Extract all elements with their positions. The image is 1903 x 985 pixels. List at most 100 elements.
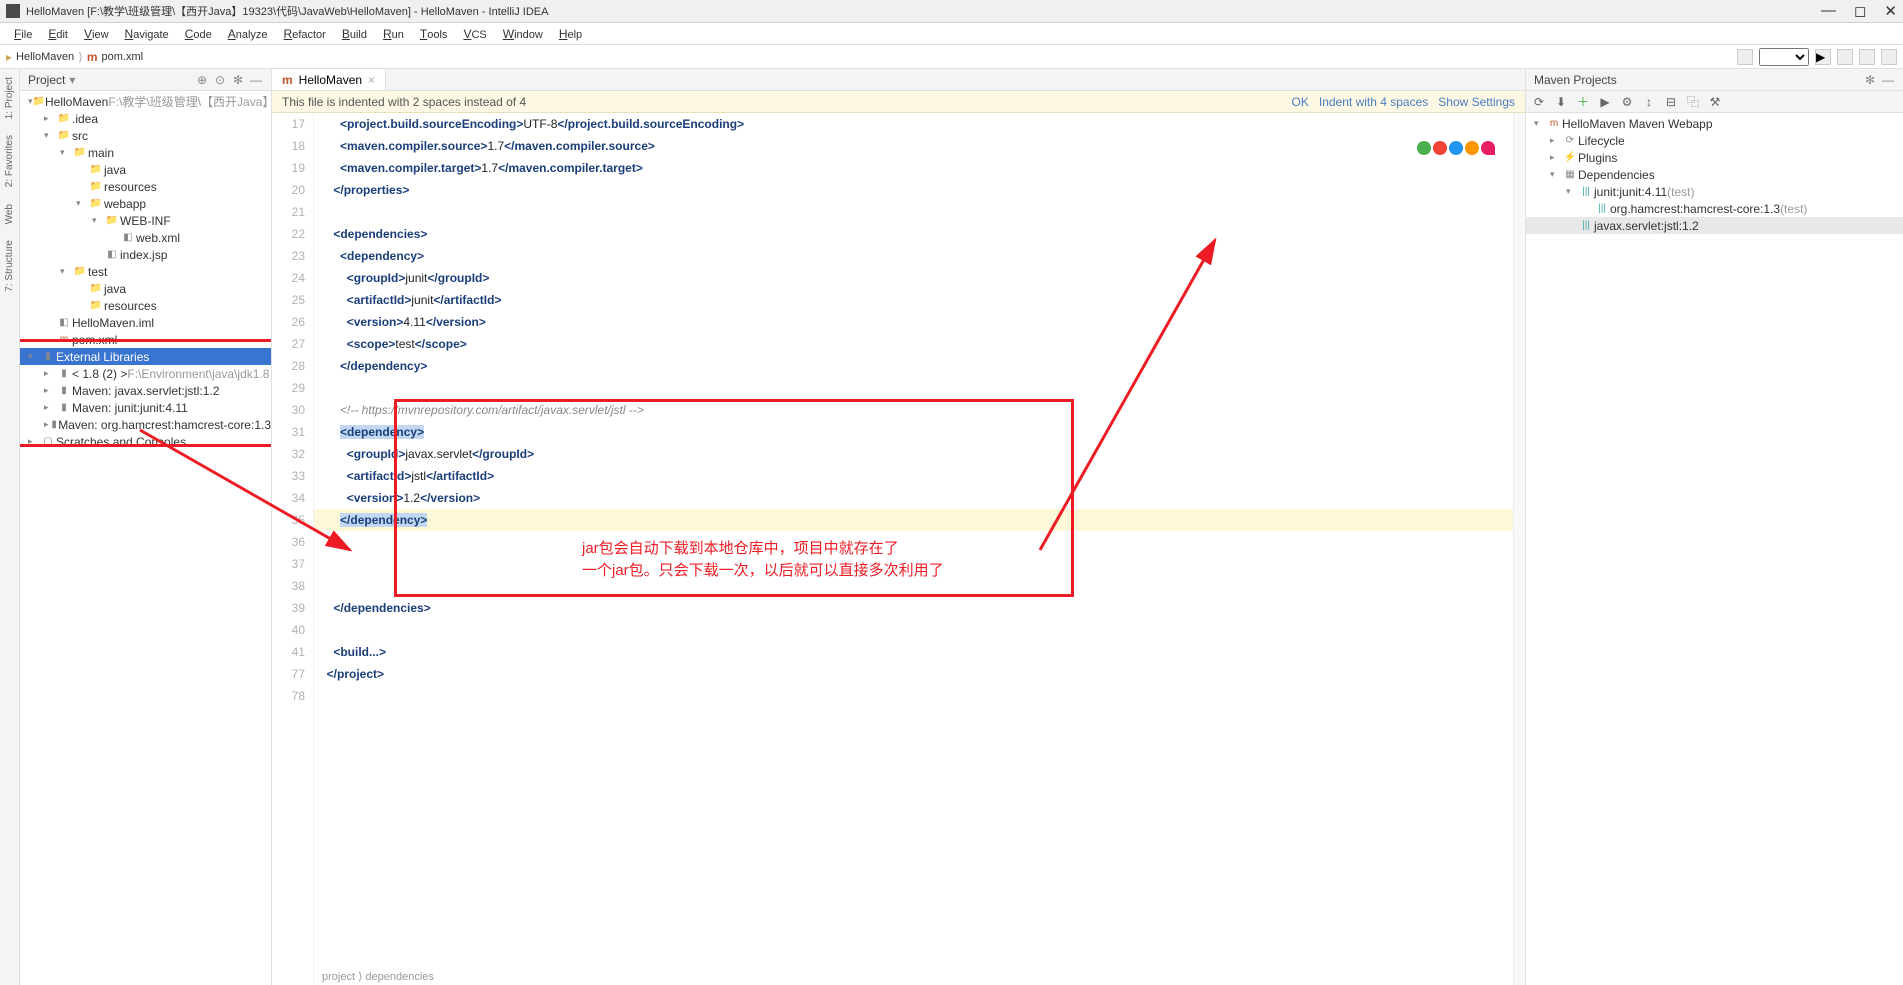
code-line[interactable]: <artifactId>junit</artifactId>: [314, 289, 1525, 311]
tree-item[interactable]: ▾▮ External Libraries: [20, 348, 271, 365]
tree-item[interactable]: ▾▦ Dependencies: [1526, 166, 1903, 183]
tree-item[interactable]: ▾📁 HelloMaven F:\教学\班级管理\【西开Java】19323: [20, 93, 271, 110]
tree-item[interactable]: ▾||| junit:junit:4.11 (test): [1526, 183, 1903, 200]
menu-file[interactable]: File: [6, 25, 40, 43]
project-tree[interactable]: ▾📁 HelloMaven F:\教学\班级管理\【西开Java】19323▸📁…: [20, 91, 271, 985]
tree-item[interactable]: m pom.xml: [20, 331, 271, 348]
menu-window[interactable]: Window: [495, 25, 551, 43]
tree-item[interactable]: 📁 resources: [20, 297, 271, 314]
menu-refactor[interactable]: Refactor: [276, 25, 334, 43]
code-line[interactable]: <maven.compiler.source>1.7</maven.compil…: [314, 135, 1525, 157]
tree-item[interactable]: ▾📁 src: [20, 127, 271, 144]
search-icon[interactable]: [1881, 49, 1897, 65]
menu-vcs[interactable]: VCS: [455, 25, 494, 43]
add-icon[interactable]: ＋: [1574, 94, 1592, 110]
code-line[interactable]: <version>4.11</version>: [314, 311, 1525, 333]
editor-breadcrumb[interactable]: project ⟩ dependencies: [314, 968, 442, 985]
rail-project[interactable]: 1: Project: [4, 77, 15, 119]
code-line[interactable]: <groupId>javax.servlet</groupId>: [314, 443, 1525, 465]
target-icon[interactable]: ⊙: [213, 73, 227, 87]
code-line[interactable]: </project>: [314, 663, 1525, 685]
code-line[interactable]: <scope>test</scope>: [314, 333, 1525, 355]
build-icon[interactable]: [1737, 49, 1753, 65]
crumb-pom.xml[interactable]: m pom.xml: [87, 50, 143, 64]
menu-view[interactable]: View: [76, 25, 117, 43]
code-line[interactable]: <dependency>: [314, 421, 1525, 443]
tree-item[interactable]: ▸▮ Maven: org.hamcrest:hamcrest-core:1.3: [20, 416, 271, 433]
code-line[interactable]: <project.build.sourceEncoding>UTF-8</pro…: [314, 113, 1525, 135]
graph-icon[interactable]: ⿻: [1684, 94, 1702, 110]
run-icon[interactable]: ▶: [1596, 94, 1614, 110]
tree-item[interactable]: 📁 java: [20, 161, 271, 178]
gear-icon[interactable]: ✻: [1863, 73, 1877, 87]
minimize-button[interactable]: —: [1821, 2, 1836, 20]
editor-tab[interactable]: m HelloMaven ×: [272, 69, 386, 90]
maven-tree[interactable]: ▾m HelloMaven Maven Webapp▸⟳ Lifecycle▸⚡…: [1526, 113, 1903, 985]
tree-item[interactable]: ▸▮ < 1.8 (2) > F:\Environment\java\jdk1.…: [20, 365, 271, 382]
tree-item[interactable]: ||| javax.servlet:jstl:1.2: [1526, 217, 1903, 234]
maximize-button[interactable]: ◻: [1854, 2, 1866, 20]
code-line[interactable]: [314, 377, 1525, 399]
tree-item[interactable]: ◧ HelloMaven.iml: [20, 314, 271, 331]
tree-item[interactable]: ▾📁 main: [20, 144, 271, 161]
tree-item[interactable]: ||| org.hamcrest:hamcrest-core:1.3 (test…: [1526, 200, 1903, 217]
code-line[interactable]: [314, 531, 1525, 553]
code-content[interactable]: <project.build.sourceEncoding>UTF-8</pro…: [314, 113, 1525, 985]
menu-help[interactable]: Help: [551, 25, 590, 43]
hide-icon[interactable]: —: [249, 73, 263, 87]
toggle-icon[interactable]: ↕: [1640, 94, 1658, 110]
tree-item[interactable]: ◧ web.xml: [20, 229, 271, 246]
settings-icon[interactable]: ⚒: [1706, 94, 1724, 110]
gen-icon[interactable]: ⬇: [1552, 94, 1570, 110]
crumb-hellomaven[interactable]: ▸ HelloMaven: [6, 50, 74, 64]
scrollbar-guide[interactable]: [1513, 113, 1525, 985]
menu-analyze[interactable]: Analyze: [220, 25, 276, 43]
menu-tools[interactable]: Tools: [412, 25, 456, 43]
menu-edit[interactable]: Edit: [40, 25, 76, 43]
code-line[interactable]: <maven.compiler.target>1.7</maven.compil…: [314, 157, 1525, 179]
code-line[interactable]: <artifactId>jstl</artifactId>: [314, 465, 1525, 487]
tree-item[interactable]: ▾📁 webapp: [20, 195, 271, 212]
indent-action-show-settings[interactable]: Show Settings: [1438, 95, 1515, 109]
tree-item[interactable]: ▸▮ Maven: junit:junit:4.11: [20, 399, 271, 416]
tree-item[interactable]: ▸⚡ Plugins: [1526, 149, 1903, 166]
tree-item[interactable]: ◧ index.jsp: [20, 246, 271, 263]
code-line[interactable]: <dependencies>: [314, 223, 1525, 245]
code-line[interactable]: </dependency>: [314, 355, 1525, 377]
code-line[interactable]: </dependencies>: [314, 597, 1525, 619]
code-line[interactable]: <version>1.2</version>: [314, 487, 1525, 509]
exec-icon[interactable]: ⚙: [1618, 94, 1636, 110]
tree-item[interactable]: ▸▮ Maven: javax.servlet:jstl:1.2: [20, 382, 271, 399]
gear-icon[interactable]: ✻: [231, 73, 245, 87]
code-line[interactable]: <build...>: [314, 641, 1525, 663]
rail-favorites[interactable]: 2: Favorites: [4, 135, 15, 187]
run-icon[interactable]: ▶: [1815, 49, 1831, 65]
indent-action-ok[interactable]: OK: [1292, 95, 1309, 109]
code-line[interactable]: <!-- https://mvnrepository.com/artifact/…: [314, 399, 1525, 421]
close-button[interactable]: ✕: [1884, 2, 1897, 20]
code-line[interactable]: </properties>: [314, 179, 1525, 201]
code-line[interactable]: [314, 201, 1525, 223]
rail-web[interactable]: Web: [4, 204, 15, 224]
tree-item[interactable]: ▾m HelloMaven Maven Webapp: [1526, 115, 1903, 132]
tree-item[interactable]: ▸📁 .idea: [20, 110, 271, 127]
code-line[interactable]: <groupId>junit</groupId>: [314, 267, 1525, 289]
code-line[interactable]: </dependency>: [314, 509, 1525, 531]
menu-code[interactable]: Code: [177, 25, 220, 43]
menu-run[interactable]: Run: [375, 25, 412, 43]
indent-action-indent-with-4-spaces[interactable]: Indent with 4 spaces: [1319, 95, 1428, 109]
refresh-icon[interactable]: ⟳: [1530, 94, 1548, 110]
collapse-icon[interactable]: ⊕: [195, 73, 209, 87]
tree-item[interactable]: ▸⟳ Lifecycle: [1526, 132, 1903, 149]
close-icon[interactable]: ×: [368, 73, 375, 87]
tree-item[interactable]: ▾📁 test: [20, 263, 271, 280]
code-editor[interactable]: 1718192021222324252627282930313233343536…: [272, 113, 1525, 985]
debug-icon[interactable]: [1837, 49, 1853, 65]
tree-item[interactable]: ▾📁 WEB-INF: [20, 212, 271, 229]
hide-icon[interactable]: —: [1881, 73, 1895, 87]
code-line[interactable]: [314, 619, 1525, 641]
menu-build[interactable]: Build: [334, 25, 375, 43]
tree-item[interactable]: ▸▢ Scratches and Consoles: [20, 433, 271, 450]
code-line[interactable]: [314, 685, 1525, 707]
stop-icon[interactable]: [1859, 49, 1875, 65]
